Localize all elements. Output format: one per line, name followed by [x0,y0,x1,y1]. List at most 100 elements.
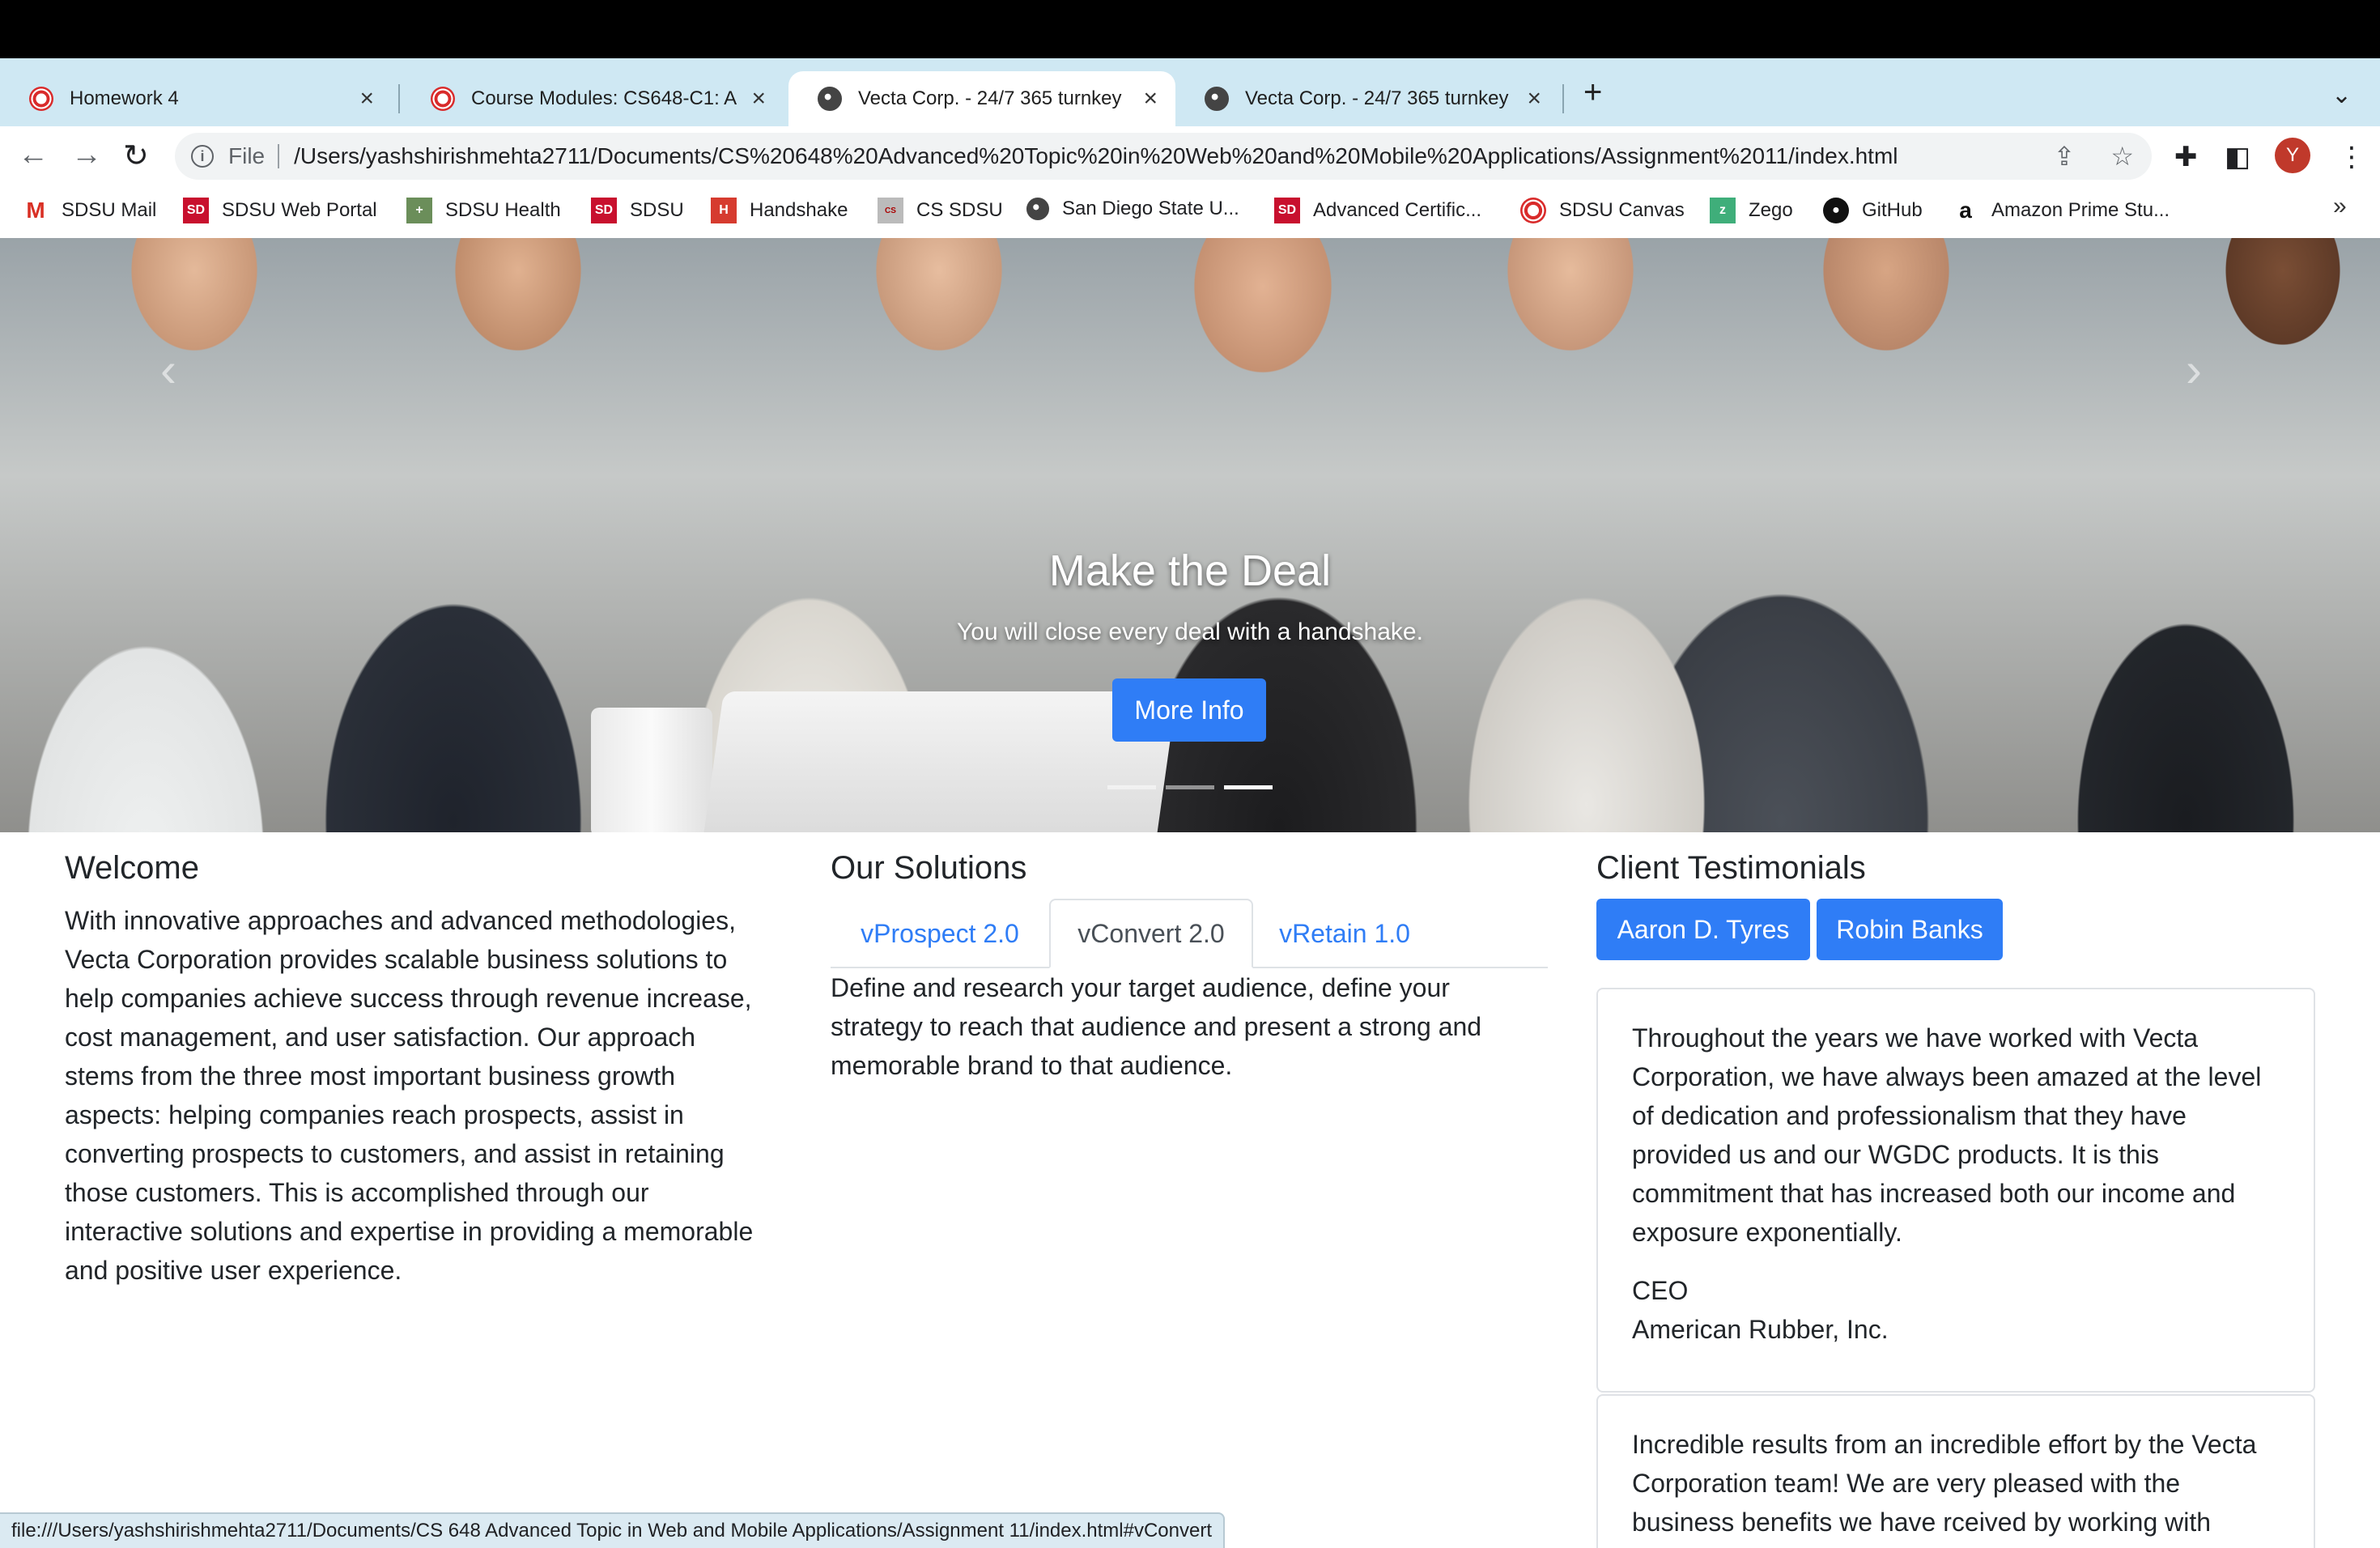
share-icon[interactable]: ⇪ [2054,141,2076,172]
bookmark-label: Advanced Certific... [1313,199,1482,221]
text-line: interactive solutions and expertise in p… [65,1217,754,1246]
browser-tab[interactable]: Course Modules: CS648-C1: A × [402,71,784,126]
browser-tab-active[interactable]: Vecta Corp. - 24/7 365 turnkey × [788,71,1175,126]
text-line: Incredible results from an incredible ef… [1632,1430,2257,1459]
carousel-prev-chevron-icon[interactable]: ‹ [160,342,176,398]
close-icon[interactable]: × [751,85,766,113]
bookmark-item[interactable]: ● GitHub [1823,198,1923,223]
testimonial-quote: Incredible results from an incredible ef… [1632,1425,2280,1542]
text-line: aspects: helping companies reach prospec… [65,1100,684,1129]
solutions-heading: Our Solutions [831,850,1027,886]
author-role: CEO [1632,1276,1689,1305]
text-line: converting prospects to customers, and a… [65,1139,725,1168]
bookmark-item[interactable]: + SDSU Health [406,198,561,223]
reload-icon[interactable]: ↻ [123,138,149,174]
bookmark-label: CS SDSU [916,199,1003,221]
text-line: With innovative approaches and advanced … [65,906,736,935]
testimonial-aaron-button[interactable]: Aaron D. Tyres [1596,899,1810,960]
bookmark-item[interactable]: SD SDSU [591,198,684,223]
canvas-icon [431,87,455,111]
browser-toolbar: ← → ↻ i File /Users/yashshirishmehta2711… [0,126,2380,186]
bookmark-star-icon[interactable]: ☆ [2110,141,2134,172]
more-info-button[interactable]: More Info [1112,678,1266,742]
browser-tab[interactable]: Vecta Corp. - 24/7 365 turnkey × [1175,71,1559,126]
bookmark-item[interactable]: CS CS SDSU [878,198,1003,223]
welcome-text: With innovative approaches and advanced … [65,901,793,1290]
welcome-section: Welcome With innovative approaches and a… [65,850,793,1290]
bookmark-label: San Diego State U... [1062,198,1239,219]
text-line: memorable brand to that audience. [831,1051,1233,1080]
carousel-caption-title: Make the Deal [1048,546,1332,595]
bookmarks-overflow-chevron-icon[interactable]: » [2333,193,2347,220]
tab-vprospect[interactable]: vProspect 2.0 [831,899,1049,968]
text-line: of dedication and professionalism that t… [1632,1101,2187,1130]
extensions-puzzle-icon[interactable]: ✚ [2174,141,2198,173]
text-line: Throughout the years we have worked with… [1632,1023,2199,1053]
text-line: commitment that has increased both our i… [1632,1179,2236,1208]
text-line: help companies achieve success through r… [65,984,752,1013]
carousel-indicator[interactable] [1166,785,1214,789]
bookmark-item[interactable]: San Diego State U... [1026,198,1239,220]
text-line: Corporation team! We are very pleased wi… [1632,1469,2181,1498]
hero-carousel: ‹ › Make the Deal You will close every d… [0,238,2380,832]
laptop-image [700,691,1178,832]
solutions-section: Our Solutions [831,850,1548,901]
kebab-menu-icon[interactable]: ⋮ [2338,141,2365,173]
bookmark-label: SDSU Web Portal [222,199,377,221]
testimonial-author: CEO American Rubber, Inc. [1632,1271,2280,1349]
bookmark-item[interactable]: SD SDSU Web Portal [183,198,377,223]
close-icon[interactable]: × [359,85,374,113]
tab-search-chevron-icon[interactable]: ⌄ [2331,81,2352,109]
text-line: those customers. This is accomplished th… [65,1178,649,1207]
carousel-next-chevron-icon[interactable]: › [2186,342,2202,398]
bookmark-item[interactable]: z Zego [1710,198,1793,223]
text-line: cost management, and user satisfaction. … [65,1023,696,1052]
browser-tab[interactable]: Homework 4 × [0,71,392,126]
text-line: and positive user experience. [65,1256,402,1285]
link-status-bar: file:///Users/yashshirishmehta2711/Docum… [0,1512,1226,1548]
testimonial-card: Throughout the years we have worked with… [1596,988,2315,1393]
bookmark-item[interactable]: a Amazon Prime Stu... [1953,198,2170,223]
text-line: business benefits we have rceived by wor… [1632,1508,2212,1537]
bookmark-item[interactable]: SDSU Canvas [1520,198,1685,223]
text-line: strategy to reach that audience and pres… [831,1012,1482,1041]
tab-vretain[interactable]: vRetain 1.0 [1253,899,1436,968]
browser-tab-strip: Homework 4 × Course Modules: CS648-C1: A… [0,58,2380,126]
gmail-icon: M [26,198,45,223]
bookmark-label: Handshake [750,199,848,221]
text-line: exposure exponentially. [1632,1218,1902,1247]
text-line: Define and research your target audience… [831,973,1450,1002]
zego-icon: z [1710,198,1736,223]
profile-avatar[interactable]: Y [2275,138,2310,173]
back-arrow-icon[interactable]: ← [18,138,49,172]
bookmark-label: SDSU Canvas [1559,199,1685,221]
canvas-icon [1520,198,1546,223]
side-panel-icon[interactable]: ◧ [2225,141,2250,173]
globe-icon [1026,198,1049,220]
bookmark-item[interactable]: SD Advanced Certific... [1274,198,1481,223]
testimonials-heading: Client Testimonials [1596,850,1866,886]
tab-title: Homework 4 [70,87,179,109]
testimonial-card: Incredible results from an incredible ef… [1596,1394,2315,1548]
bookmark-item[interactable]: M SDSU Mail [23,198,156,223]
amazon-icon: a [1959,198,1972,223]
solutions-tabs: vProspect 2.0 vConvert 2.0 vRetain 1.0 [831,899,1548,968]
testimonials-section: Client Testimonials [1596,850,2315,901]
sd-icon: SD [591,198,617,223]
address-bar[interactable]: i File /Users/yashshirishmehta2711/Docum… [175,133,2152,180]
forward-arrow-icon[interactable]: → [71,138,102,172]
bookmark-label: GitHub [1862,199,1923,221]
bookmarks-bar: M SDSU Mail SD SDSU Web Portal + SDSU He… [0,186,2380,238]
tab-vconvert[interactable]: vConvert 2.0 [1049,899,1253,968]
carousel-indicator-active[interactable] [1224,785,1273,789]
site-info-icon[interactable]: i [191,145,214,168]
new-tab-plus-icon[interactable]: + [1583,74,1602,111]
bookmark-item[interactable]: H Handshake [711,198,848,223]
tab-title: Vecta Corp. - 24/7 365 turnkey [1245,87,1509,109]
testimonial-robin-button[interactable]: Robin Banks [1817,899,2003,960]
text-line: Vecta Corporation provides scalable busi… [65,945,728,974]
close-icon[interactable]: × [1527,85,1541,113]
carousel-indicator[interactable] [1107,785,1156,789]
address-url[interactable]: /Users/yashshirishmehta2711/Documents/CS… [294,143,2035,169]
close-icon[interactable]: × [1143,85,1158,113]
